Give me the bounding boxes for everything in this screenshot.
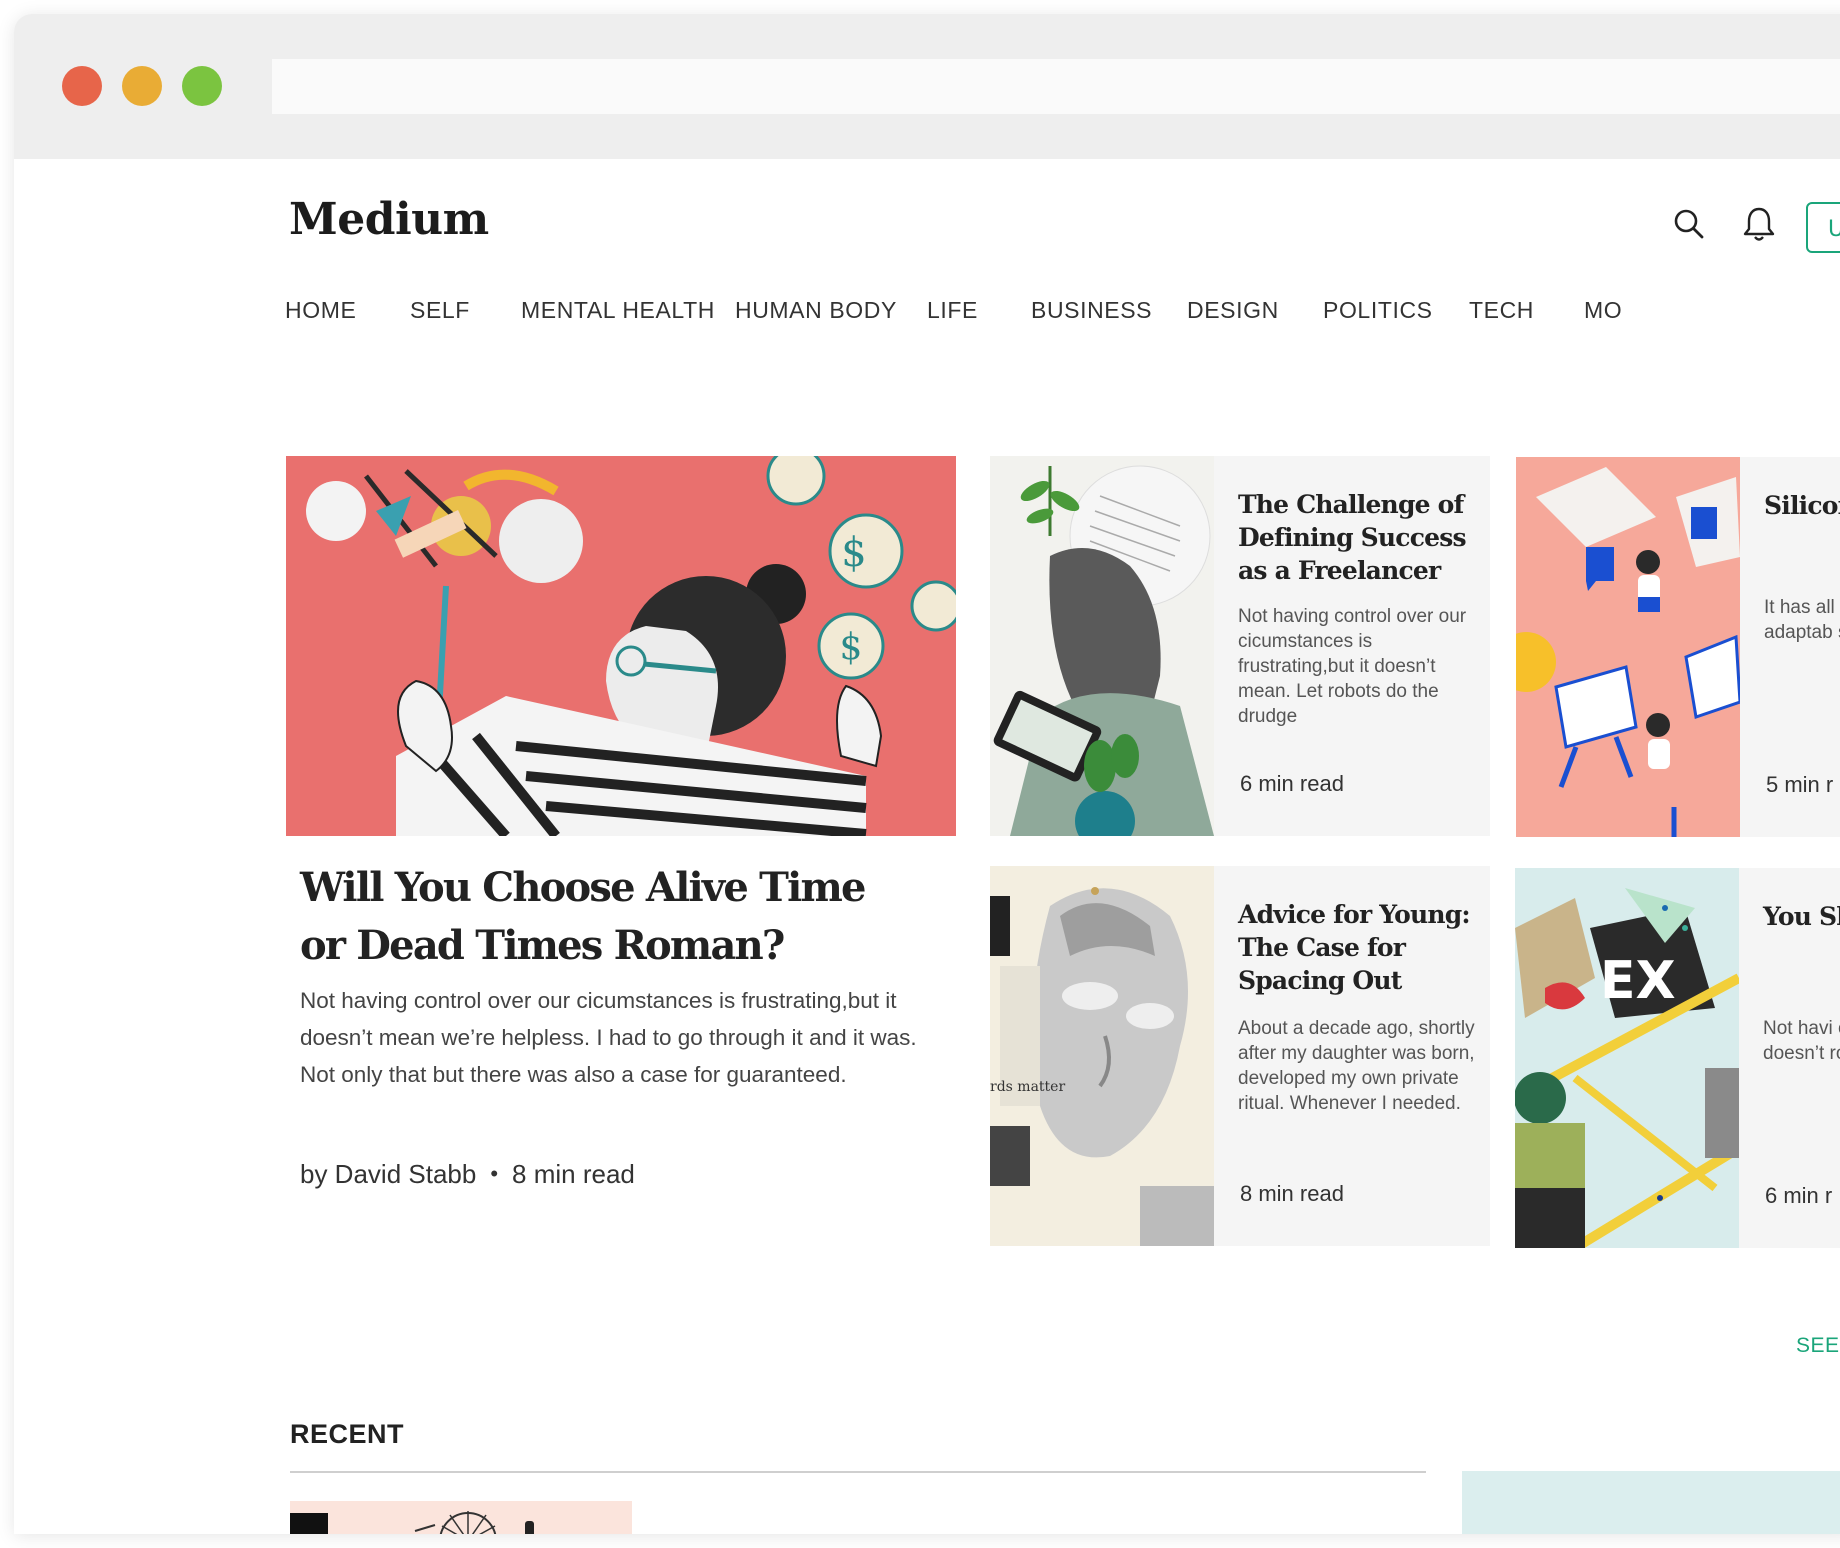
svg-text:EX: EX [1600,951,1676,1011]
minimize-window-button[interactable] [122,66,162,106]
address-bar[interactable] [272,59,1840,114]
featured-article-title[interactable]: Will You Choose Alive Time or Dead Times… [300,859,920,975]
svg-text:$: $ [840,627,863,668]
meta-separator: • [490,1161,499,1186]
featured-article-description: Not having control over our cicumstances… [300,988,917,1087]
page-content: Medium U HOME SELF MENTAL HEALTH HUMAN B… [14,159,1840,1534]
section-divider [290,1471,1426,1473]
article-card-title[interactable]: You Sl a Podc [1763,900,1840,933]
featured-article-read-time: 8 min read [512,1159,635,1189]
image-caption-text: rds matter [990,1079,1065,1095]
close-window-button[interactable] [62,66,102,106]
featured-article-meta: by David Stabb • 8 min read [300,1159,635,1190]
article-card[interactable]: The Challenge of Defining Success as a F… [990,456,1490,836]
article-card-image: EX [1515,868,1739,1248]
article-card-title[interactable]: Advice for Young: The Case for Spacing O… [1238,898,1478,997]
recent-article-image[interactable] [1462,1471,1840,1534]
article-card-description: About a decade ago, shortly after my dau… [1238,1018,1475,1114]
category-nav: HOME SELF MENTAL HEALTH HUMAN BODY LIFE … [285,297,1840,337]
article-card-title[interactable]: Silicon Not a l [1764,489,1840,522]
bell-icon[interactable] [1739,204,1779,244]
recent-article-image[interactable] [290,1501,632,1534]
nav-item-mental-health[interactable]: MENTAL HEALTH [521,297,715,324]
nav-item-politics[interactable]: POLITICS [1323,297,1433,324]
featured-article-author[interactable]: by David Stabb [300,1159,476,1189]
nav-item-home[interactable]: HOME [285,297,356,324]
article-card-image [1516,457,1740,837]
browser-window: Medium U HOME SELF MENTAL HEALTH HUMAN B… [14,14,1840,1534]
article-card-description: Not having control over our cicumstances… [1238,606,1467,727]
see-all-link[interactable]: SEE A [1796,1334,1840,1358]
article-card-image [990,456,1214,836]
svg-text:$: $ [841,530,866,576]
browser-titlebar [14,14,1840,159]
article-card[interactable]: rds matter Advice for Young: The Case fo… [990,866,1490,1246]
article-card-read-time: 6 min read [1240,771,1344,796]
article-card-image: rds matter [990,866,1214,1246]
nav-item-life[interactable]: LIFE [927,297,978,324]
article-card-description: It has all benefits club, bu adaptab sch… [1764,597,1840,643]
medium-logo[interactable]: Medium [289,194,489,245]
nav-item-business[interactable]: BUSINESS [1031,297,1152,324]
article-card-description: Not havi over our is frustra doesn’t rob… [1763,1018,1840,1064]
nav-item-self[interactable]: SELF [410,297,470,324]
article-card[interactable]: Silicon Not a l It has all benefits club… [1516,457,1840,837]
article-card-read-time: 5 min r [1766,772,1834,797]
article-card-read-time: 6 min r [1765,1183,1833,1208]
nav-item-human-body[interactable]: HUMAN BODY [735,297,897,324]
article-card-read-time: 8 min read [1240,1181,1344,1206]
search-icon[interactable] [1669,204,1709,244]
nav-item-more[interactable]: MO [1584,297,1622,324]
signup-button[interactable]: U [1806,202,1840,253]
article-card-title[interactable]: The Challenge of Defining Success as a F… [1238,488,1478,587]
featured-article-image[interactable]: $ $ [286,456,956,836]
maximize-window-button[interactable] [182,66,222,106]
nav-item-design[interactable]: DESIGN [1187,297,1279,324]
recent-section-heading: RECENT [290,1419,405,1449]
nav-item-tech[interactable]: TECH [1469,297,1534,324]
article-card[interactable]: EX You Sl a Podc Not havi over our is fr… [1515,868,1840,1248]
